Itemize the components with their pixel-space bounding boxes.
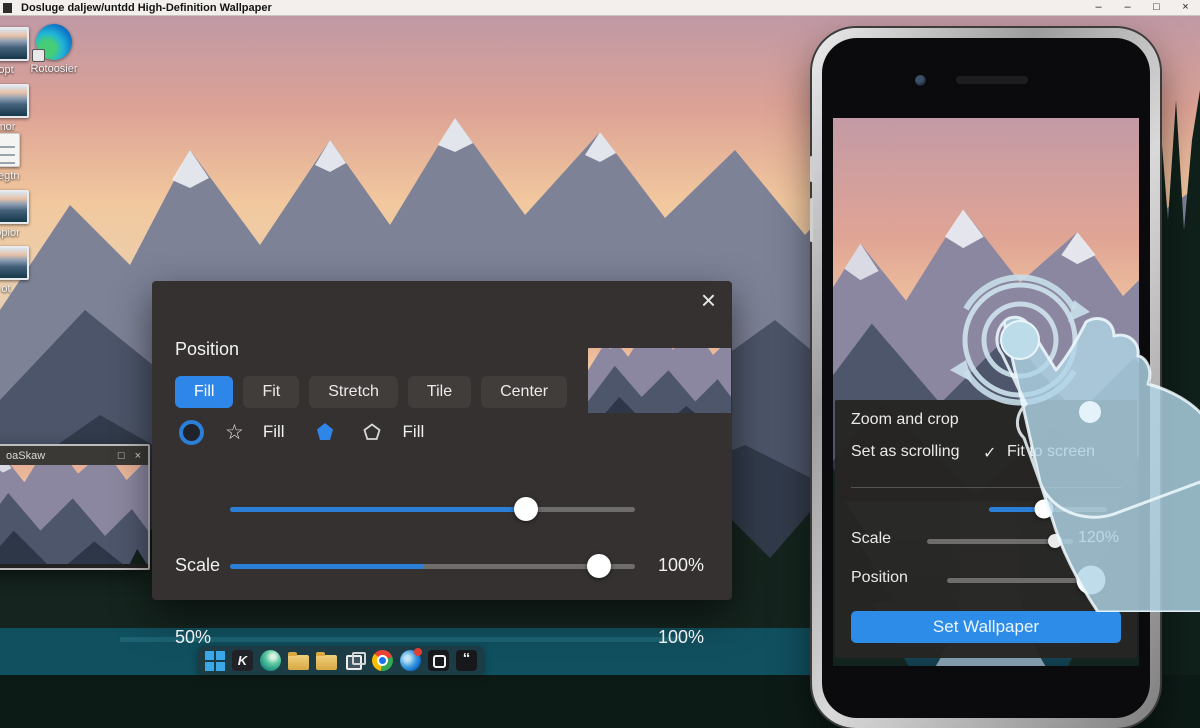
maximize-icon[interactable]: □ — [1142, 0, 1171, 15]
set-as-scrolling-option[interactable]: Set as scrolling — [851, 443, 960, 461]
preview-window-image — [0, 465, 148, 564]
desktop-icon-ot[interactable]: ot — [0, 246, 38, 295]
desktop-icon-label: opt — [0, 64, 14, 76]
phone-camera-icon — [914, 74, 927, 87]
desktop-icon-label: topior — [0, 227, 20, 239]
phone-mockup: Zoom and crop Set as scrolling ✓ Fit to … — [812, 28, 1160, 728]
app-icon — [3, 3, 12, 13]
desktop-icon-kegtn[interactable]: kegtn — [0, 133, 38, 182]
desktop-icon-mor[interactable]: mor — [0, 84, 38, 133]
slider2-right-label: 100% — [658, 555, 704, 576]
image-file-icon — [0, 246, 29, 280]
style-options-row: ☆ Fill Fill — [179, 419, 424, 445]
desktop-icon-rotoosier[interactable]: Rotoosier — [22, 24, 86, 75]
phone-scale-slider[interactable] — [927, 528, 1073, 554]
fill-mode-button[interactable]: Fill — [175, 376, 233, 408]
position-label: Position — [851, 569, 908, 587]
desktop-icon-topior[interactable]: topior — [0, 190, 38, 239]
fit-to-screen-option[interactable]: Fit to screen — [1007, 443, 1095, 461]
wallpaper-thumbnail — [588, 348, 731, 413]
check-icon: ✓ — [983, 443, 996, 463]
slider1-left-label: 50% — [175, 627, 211, 648]
fit-mode-buttons: Fill Fit Stretch Tile Center — [175, 376, 567, 408]
slider1-right-label: 100% — [658, 627, 704, 648]
slider-thumb[interactable] — [514, 497, 538, 521]
preview-window-titlebar[interactable]: oaSkaw □ × — [0, 446, 148, 465]
stretch-mode-button[interactable]: Stretch — [309, 376, 398, 408]
pentagon-filled-icon[interactable] — [314, 421, 336, 443]
task-view-icon[interactable] — [344, 650, 365, 671]
image-file-icon — [0, 84, 29, 118]
zoom-slider[interactable] — [989, 496, 1107, 522]
divider — [851, 487, 1121, 488]
preview-window-title: oaSkaw — [6, 450, 45, 462]
fill-option-label: Fill — [403, 422, 425, 442]
preview-window: oaSkaw □ × — [0, 444, 150, 570]
slider-thumb[interactable] — [1076, 566, 1105, 595]
slider-thumb[interactable] — [1035, 500, 1054, 519]
scale-value: 120% — [1078, 529, 1119, 547]
slider2-left-label: Scale — [175, 555, 220, 576]
slider-thumb[interactable] — [587, 554, 611, 578]
minimize-icon[interactable]: – — [1113, 0, 1142, 15]
set-wallpaper-button[interactable]: Set Wallpaper — [851, 611, 1121, 643]
phone-side-button — [810, 198, 813, 242]
slider-thumb[interactable] — [1048, 534, 1062, 548]
opacity-slider[interactable] — [230, 496, 635, 522]
terminal-icon[interactable] — [428, 650, 449, 671]
zoom-and-crop-label: Zoom and crop — [851, 411, 959, 429]
minimize-icon[interactable]: – — [1084, 0, 1113, 15]
star-outline-icon[interactable]: ☆ — [225, 420, 244, 445]
window-titlebar: Dosluge daljew/untdd High-Definition Wal… — [0, 0, 1200, 16]
document-file-icon — [0, 133, 20, 167]
window-title: Dosluge daljew/untdd High-Definition Wal… — [21, 2, 272, 14]
pentagon-outline-icon[interactable] — [362, 422, 382, 442]
radio-ring-icon[interactable] — [179, 420, 204, 445]
position-section-label: Position — [175, 339, 239, 360]
edge-icon[interactable] — [400, 650, 421, 671]
phone-settings-panel: Zoom and crop Set as scrolling ✓ Fit to … — [835, 400, 1137, 658]
phone-body: Zoom and crop Set as scrolling ✓ Fit to … — [822, 38, 1150, 718]
window-controls: – – □ × — [1084, 0, 1200, 15]
slider-track[interactable] — [947, 578, 1095, 583]
image-file-icon — [0, 190, 29, 224]
scale-label: Scale — [851, 530, 891, 548]
close-icon[interactable]: × — [701, 285, 716, 316]
phone-speaker — [956, 76, 1028, 84]
start-icon[interactable] — [205, 651, 225, 671]
tile-mode-button[interactable]: Tile — [408, 376, 471, 408]
chrome-icon[interactable] — [372, 650, 393, 671]
browser-swirl-icon — [36, 24, 72, 60]
desktop-icon-label: mor — [0, 121, 15, 133]
k-app-icon[interactable]: K — [232, 650, 253, 671]
desktop-icon-label: ot — [1, 283, 10, 295]
browser-swirl-icon[interactable] — [260, 650, 281, 671]
fit-mode-button[interactable]: Fit — [243, 376, 299, 408]
folder-icon[interactable] — [316, 655, 337, 670]
slider-fill — [230, 507, 526, 512]
folder-icon[interactable] — [288, 655, 309, 670]
taskbar: K “ — [198, 646, 484, 675]
phone-side-button — [810, 156, 813, 182]
desktop-icon-label: kegtn — [0, 170, 19, 182]
desktop-icon-label: Rotoosier — [30, 63, 77, 75]
center-mode-button[interactable]: Center — [481, 376, 567, 408]
quotes-icon[interactable]: “ — [456, 650, 477, 671]
close-icon[interactable]: × — [135, 450, 141, 462]
maximize-icon[interactable]: □ — [118, 450, 125, 462]
phone-screen: Zoom and crop Set as scrolling ✓ Fit to … — [833, 118, 1139, 666]
slider-fill — [230, 564, 424, 569]
fill-option-label: Fill — [263, 422, 285, 442]
phone-position-slider[interactable] — [947, 567, 1095, 593]
close-icon[interactable]: × — [1171, 0, 1200, 15]
wallpaper-settings-dialog: × Position Fill Fit Stretch Tile Center … — [152, 281, 732, 600]
scale-slider[interactable] — [230, 553, 635, 579]
